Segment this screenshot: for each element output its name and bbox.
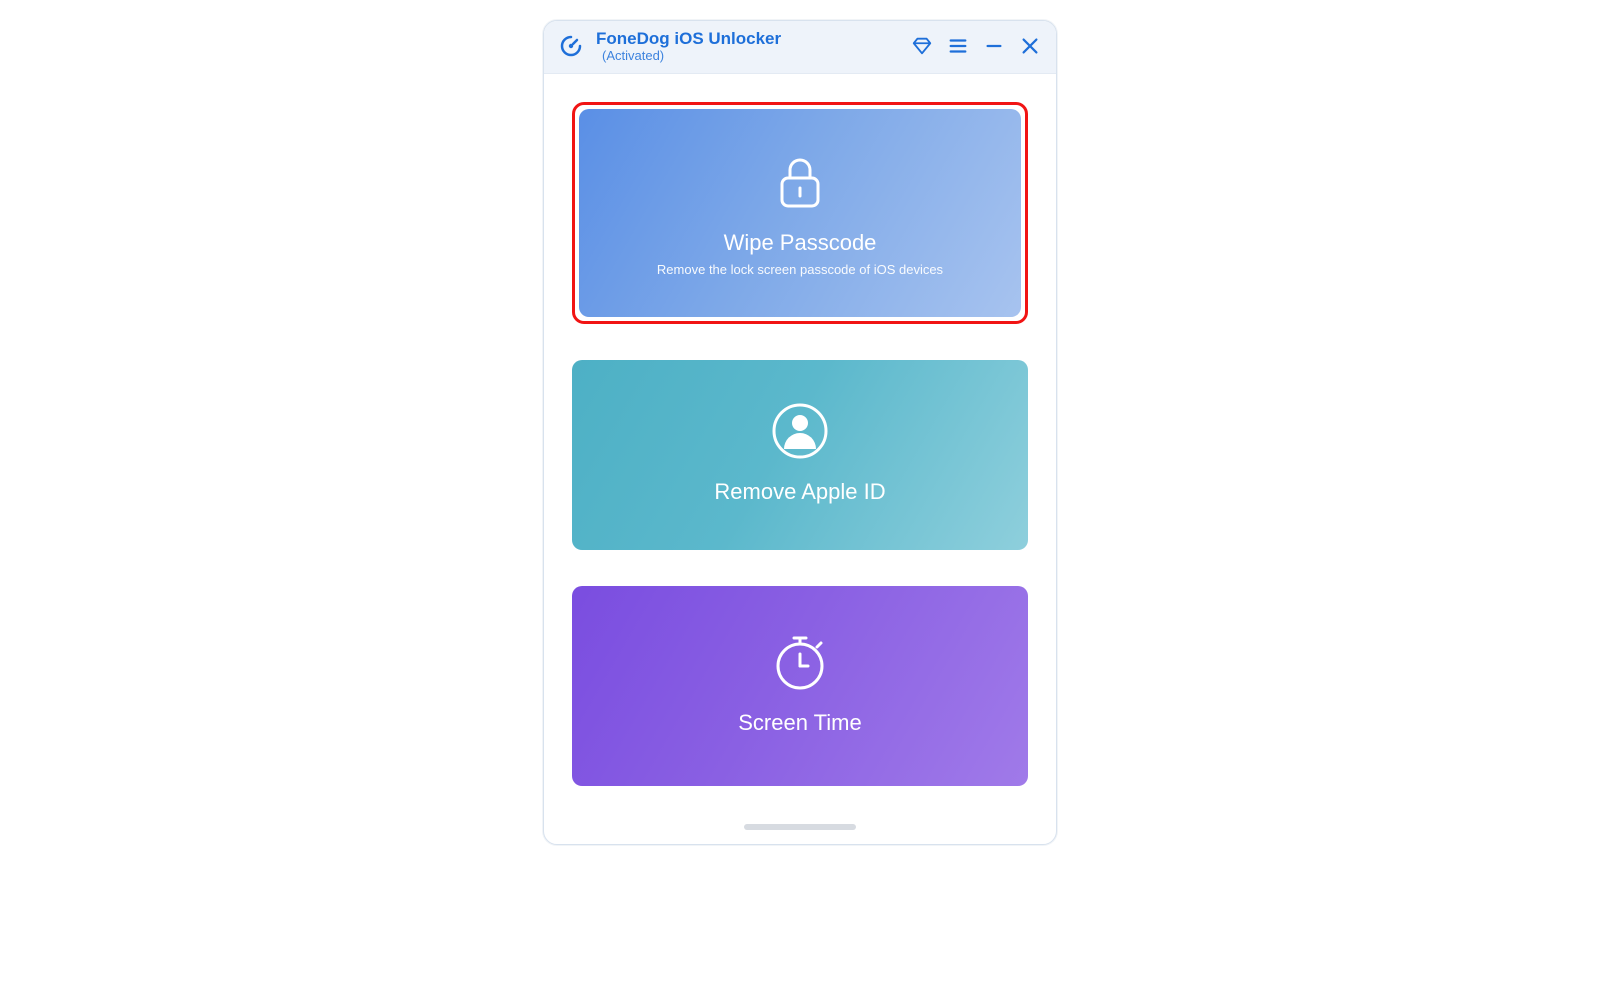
diamond-icon[interactable]: [910, 34, 934, 58]
user-icon: [768, 399, 832, 463]
wipe-passcode-highlight: Wipe Passcode Remove the lock screen pas…: [572, 102, 1028, 324]
activation-status: (Activated): [602, 49, 781, 64]
drag-handle[interactable]: [744, 824, 856, 830]
minimize-icon[interactable]: [982, 34, 1006, 58]
titlebar-left: FoneDog iOS Unlocker (Activated): [556, 29, 781, 63]
wipe-passcode-card[interactable]: Wipe Passcode Remove the lock screen pas…: [579, 109, 1021, 317]
titlebar-controls: [910, 34, 1042, 58]
titlebar-title-group: FoneDog iOS Unlocker (Activated): [596, 29, 781, 63]
titlebar: FoneDog iOS Unlocker (Activated): [544, 21, 1056, 74]
close-icon[interactable]: [1018, 34, 1042, 58]
wipe-passcode-subtitle: Remove the lock screen passcode of iOS d…: [657, 262, 943, 277]
menu-icon[interactable]: [946, 34, 970, 58]
app-window: FoneDog iOS Unlocker (Activated): [543, 20, 1057, 845]
app-logo-icon: [556, 31, 586, 61]
screen-time-card[interactable]: Screen Time: [572, 586, 1028, 786]
lock-icon: [768, 150, 832, 214]
wipe-passcode-title: Wipe Passcode: [724, 230, 877, 256]
screen-time-title: Screen Time: [738, 710, 862, 736]
stopwatch-icon: [768, 630, 832, 694]
remove-apple-id-title: Remove Apple ID: [714, 479, 885, 505]
app-title: FoneDog iOS Unlocker: [596, 29, 781, 49]
remove-apple-id-card[interactable]: Remove Apple ID: [572, 360, 1028, 550]
main-content: Wipe Passcode Remove the lock screen pas…: [544, 74, 1056, 816]
bottom-handle-area: [544, 816, 1056, 844]
